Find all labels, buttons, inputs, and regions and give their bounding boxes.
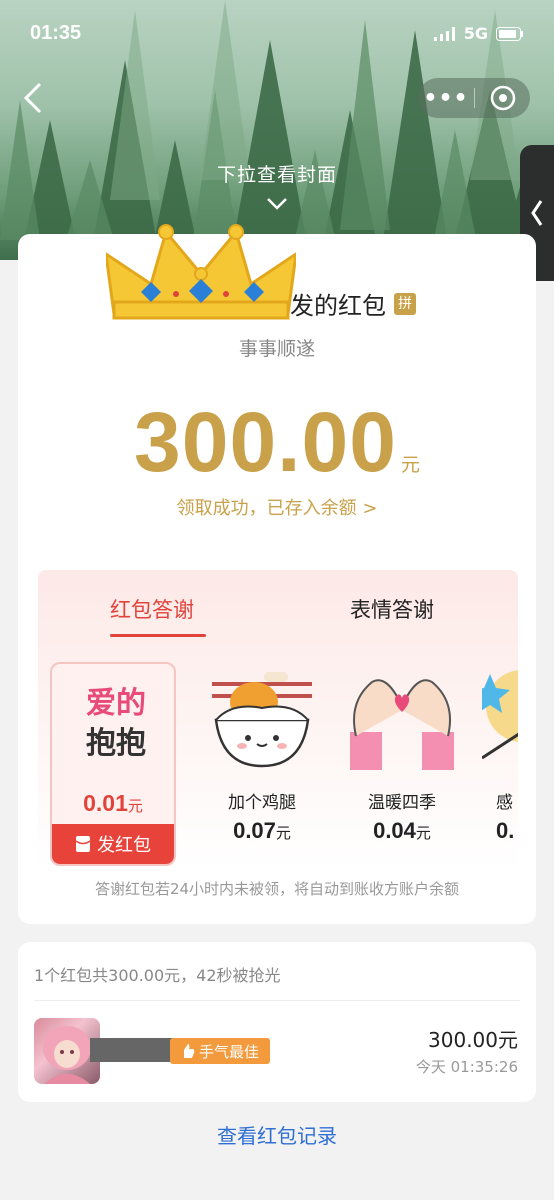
chevron-left-icon: [531, 200, 543, 226]
star-wand-icon: [470, 670, 518, 760]
rice-bowl-drumstick-icon: [212, 672, 312, 768]
sender-title: 发的红包 拼: [290, 286, 416, 321]
best-luck-badge: 手气最佳: [170, 1038, 270, 1064]
blessing-text: 事事顺遂: [238, 338, 315, 360]
gift-warm-seasons[interactable]: 温暖四季 0.04元: [342, 662, 462, 862]
chevron-down-icon: [267, 198, 287, 210]
gift-price: 0.01元: [52, 790, 174, 817]
received-link[interactable]: 领取成功，已存入余额 >: [18, 494, 536, 520]
close-target-icon[interactable]: [475, 85, 530, 111]
record-amount: 300.00元: [428, 1028, 518, 1052]
gift-price-unit: 元: [127, 797, 143, 815]
heart-hands-icon: [350, 679, 454, 770]
amount-display: 300.00 元: [18, 394, 536, 491]
thanks-tabs: 红包答谢 表情答谢: [38, 594, 518, 644]
send-red-packet-button[interactable]: 发红包: [52, 824, 174, 864]
best-luck-label: 手气最佳: [198, 1042, 259, 1061]
crown-icon: [106, 224, 296, 320]
battery-icon: [496, 26, 523, 41]
more-icon[interactable]: •••: [418, 86, 474, 111]
grab-summary: 1个红包共300.00元，42秒被抢光: [34, 966, 281, 985]
hug-sticker-line1: 爱的: [86, 686, 146, 721]
gift-name: 温暖四季: [368, 793, 436, 813]
redacted-username: [90, 1038, 176, 1062]
back-icon[interactable]: [18, 80, 48, 116]
status-bar: 01:35 5G: [0, 20, 554, 50]
pin-badge: 拼: [394, 292, 416, 315]
gift-price-value: 0.: [496, 818, 515, 843]
gift-hug-selected[interactable]: 爱的 抱抱 0.01元 发红包: [50, 662, 176, 866]
send-button-label: 发红包: [97, 835, 151, 856]
thumb-icon: [183, 1044, 195, 1058]
gift-price: 0.07元: [202, 818, 322, 844]
gift-thanks-partial[interactable]: 感 0.: [470, 662, 518, 862]
view-red-packet-records-link[interactable]: 查看红包记录: [0, 1120, 554, 1149]
pull-down-hint: 下拉查看封面: [216, 164, 337, 186]
divider: [34, 1000, 520, 1001]
hug-sticker: 爱的 抱抱: [74, 684, 158, 764]
tab-emoji-thanks[interactable]: 表情答谢: [350, 594, 434, 624]
gift-drumstick[interactable]: 加个鸡腿 0.07元: [202, 662, 322, 862]
record-time: 今天 01:35:26: [415, 1058, 518, 1076]
red-packet-icon: [75, 836, 91, 852]
gift-price-unit: 元: [275, 824, 291, 842]
status-time: 01:35: [30, 22, 82, 44]
status-indicators: 5G: [433, 24, 524, 43]
cover-header: 01:35 5G ••• 下拉查看封面: [0, 0, 554, 260]
thanks-panel: 红包答谢 表情答谢 爱的 抱抱 0.01元 发红包 加个鸡腿 0.07元 温暖四…: [38, 570, 518, 870]
amount-value: 300.00: [134, 395, 397, 489]
gift-price-unit: 元: [415, 824, 431, 842]
red-packet-detail-card: 发的红包 拼 事事顺遂 300.00 元 领取成功，已存入余额 > 红包答谢 表情…: [18, 224, 536, 924]
gift-price: 0.04元: [342, 818, 462, 844]
signal-icon: [433, 26, 455, 41]
hug-sticker-line2: 抱抱: [86, 726, 146, 761]
active-tab-indicator: [110, 634, 206, 637]
amount-unit: 元: [400, 454, 420, 476]
network-label: 5G: [463, 24, 488, 43]
sender-title-text: 发的红包: [290, 292, 386, 320]
gift-price: 0.: [482, 818, 518, 844]
gift-price-value: 0.04: [373, 818, 416, 843]
gift-name: 加个鸡腿: [228, 793, 296, 813]
miniapp-capsule: •••: [418, 78, 530, 118]
thanks-notice: 答谢红包若24小时内未被领，将自动到账收方账户余额: [94, 880, 460, 898]
gift-name: 感: [496, 793, 513, 813]
tab-red-packet-thanks[interactable]: 红包答谢: [110, 594, 194, 624]
grab-record-card: 1个红包共300.00元，42秒被抢光 手气最佳 300.00元 今天 01:3…: [18, 942, 536, 1102]
gift-price-value: 0.07: [233, 818, 276, 843]
gift-price-value: 0.01: [83, 790, 128, 816]
